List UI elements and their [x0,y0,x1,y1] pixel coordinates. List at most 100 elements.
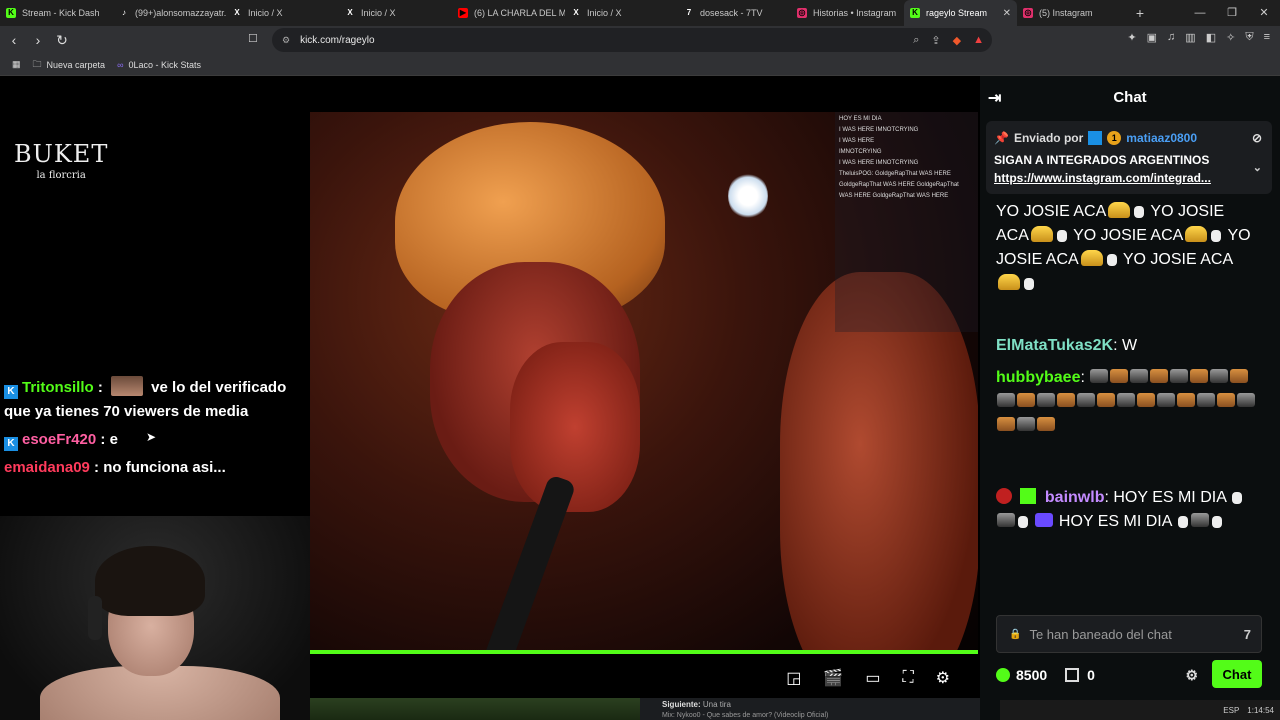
chat-text: no funciona asi... [103,459,226,476]
chat-messages: YO JOSIE ACA YO JOSIE ACA YO JOSIE ACA Y… [996,200,1258,534]
tab-label: Stream - Kick Dash [22,8,100,18]
send-chat-button[interactable]: Chat [1212,660,1262,688]
browser-tab[interactable]: Krageylo Stream ✕ [904,0,1017,26]
browser-tab[interactable]: X Inicio / X [226,0,339,26]
emote-icon [1037,393,1055,407]
site-info-icon[interactable]: ⚙ [282,35,290,46]
clip-icon[interactable]: 🎬 [823,668,843,688]
share-icon[interactable]: ⇪ [931,34,940,47]
chat-message: bainwlb: HOY ES MI DIA HOY ES MI DIA [996,486,1258,534]
media-icon[interactable]: ♫ [1167,31,1175,44]
bookmark-icon[interactable]: ☐ [248,32,258,45]
emote-icon [1080,250,1103,266]
pinned-message[interactable]: 📌 Enviado por 1 matiaaz0800 ⊘ SIGAN A IN… [986,121,1272,194]
emote-icon [1057,393,1075,407]
pin-icon: 📌 [994,131,1009,145]
mouse-cursor-icon: ➤ [146,430,157,444]
tab-favicon-icon: K [6,8,16,18]
brave-shield-icon[interactable]: ◆ [953,34,961,47]
browser-tab[interactable]: X Inicio / X [565,0,678,26]
url-input[interactable]: ⚙ kick.com/rageylo ⌕ ⇪ ◆ ▲ [272,28,992,52]
browser-tab[interactable]: ◎ (5) Instagram [1017,0,1130,26]
vpn-icon[interactable]: ⛨ [1245,31,1253,44]
tab-bar: K Stream - Kick Dash ♪ (99+)alonsomazzayatr… [0,0,1280,26]
bookmark-link[interactable]: ∞ 0Laco - Kick Stats [117,60,201,70]
restore-icon[interactable]: ❐ [1216,0,1248,26]
emote-icon [1150,369,1169,383]
stream-video[interactable]: HOY ES MI DIA I WAS HERE IMNOTCRYING I WAS… [310,112,978,720]
emote-icon [1170,369,1189,383]
gift-subs[interactable]: 0 [1065,667,1095,683]
sidebar-icon[interactable]: ▥ [1185,31,1195,44]
hide-pinned-icon[interactable]: ⊘ [1252,131,1262,145]
theater-mode-icon[interactable]: ▭ [865,668,880,688]
emote-icon [1106,254,1117,266]
menu-icon[interactable]: ≡ [1264,31,1270,44]
miniplayer-icon[interactable]: ◲ [786,668,801,688]
zoom-icon[interactable]: ⌕ [913,34,919,47]
overlay-line: HOY ES MI DIA [839,116,882,122]
brave-rewards-icon[interactable]: ▲ [973,34,984,46]
emote-icon [997,393,1015,407]
chevron-down-icon[interactable]: ⌄ [1253,161,1262,174]
browser-tab[interactable]: K Stream - Kick Dash [0,0,113,26]
pinned-link[interactable]: https://www.instagram.com/integrad... [994,171,1264,185]
window-controls: — ❐ ✕ [1184,0,1280,26]
pinned-username[interactable]: matiaaz0800 [1126,131,1197,145]
emote-icon [1130,369,1149,383]
apps-icon[interactable]: ▦ [12,59,21,70]
address-bar: ‹ › ↻ ☐ ⚙ kick.com/rageylo ⌕ ⇪ ◆ ▲ ✦ ▣ ♫… [0,26,1280,54]
bookmarks-bar: ▦ 🗀 Nueva carpeta ∞ 0Laco - Kick Stats [0,54,1280,76]
close-tab-icon[interactable]: ✕ [1003,8,1011,19]
7tv-emote-icon[interactable]: 7 [1244,627,1251,642]
browser-tab[interactable]: ♪ (99+)alonsomazzayatr... [113,0,226,26]
emote-icon [1230,369,1249,383]
emote-icon [1157,393,1175,407]
chat-username[interactable]: hubbybaee [996,369,1080,386]
close-window-icon[interactable]: ✕ [1248,0,1280,26]
settings-icon[interactable]: ⚙ [936,668,950,688]
thumbnail [310,698,640,720]
emote-icon [1110,369,1129,383]
reload-icon[interactable]: ↻ [52,32,72,49]
extensions-icon[interactable]: ✦ [1127,31,1136,44]
screenshot-icon[interactable]: ▣ [1147,31,1157,44]
emote-icon [1035,513,1054,527]
language-indicator[interactable]: ESP [1223,706,1239,715]
kick-badge-icon: K [4,437,18,451]
forward-icon[interactable]: › [28,32,48,48]
emote-icon [1134,206,1145,218]
mod-badge-icon [1088,131,1103,145]
emote-icon [1017,393,1035,407]
chat-username[interactable]: ElMataTukas2K [996,337,1113,354]
new-tab-icon[interactable]: + [1130,5,1150,21]
sub-badge-icon: 1 [1107,131,1122,145]
overlay-line: I WAS HERE IMNOTCRYING [839,160,919,166]
headset-icon [88,596,102,640]
gift-icon [1065,668,1080,682]
emote-icon [1190,369,1209,383]
clock[interactable]: 1:14:54 [1247,706,1274,715]
channel-points[interactable]: 8500 [996,667,1047,683]
bookmark-folder[interactable]: 🗀 Nueva carpeta [33,57,106,73]
browser-tab[interactable]: ◎ Historias • Instagram [791,0,904,26]
chat-settings-icon[interactable]: ⚙ [1185,667,1198,684]
collapse-chat-icon[interactable]: ⇥ [988,88,1001,108]
chat-input[interactable]: 🔒 Te han baneado del chat 7 [996,615,1262,653]
stage-light [728,172,768,220]
browser-tab[interactable]: 7 dosesack - 7TV [678,0,791,26]
ai-icon[interactable]: ✧ [1226,31,1235,44]
tab-label: Inicio / X [361,8,396,18]
streamer-webcam [0,516,310,720]
emote-icon [1018,516,1028,528]
fullscreen-icon[interactable]: ⛶ [902,669,913,687]
chat-username: Tritonsillo [22,379,94,396]
wallet-icon[interactable]: ◧ [1206,31,1216,44]
chat-username[interactable]: bainwlb [1045,489,1105,506]
emote-icon [1108,202,1131,218]
back-icon[interactable]: ‹ [4,32,24,48]
minimize-icon[interactable]: — [1184,0,1216,26]
stream-player[interactable]: HOY ES MI DIA I WAS HERE IMNOTCRYING I WAS… [0,76,980,720]
browser-tab[interactable]: X Inicio / X [339,0,452,26]
browser-tab[interactable]: ▶ (6) LA CHARLA DEL M... [452,0,565,26]
